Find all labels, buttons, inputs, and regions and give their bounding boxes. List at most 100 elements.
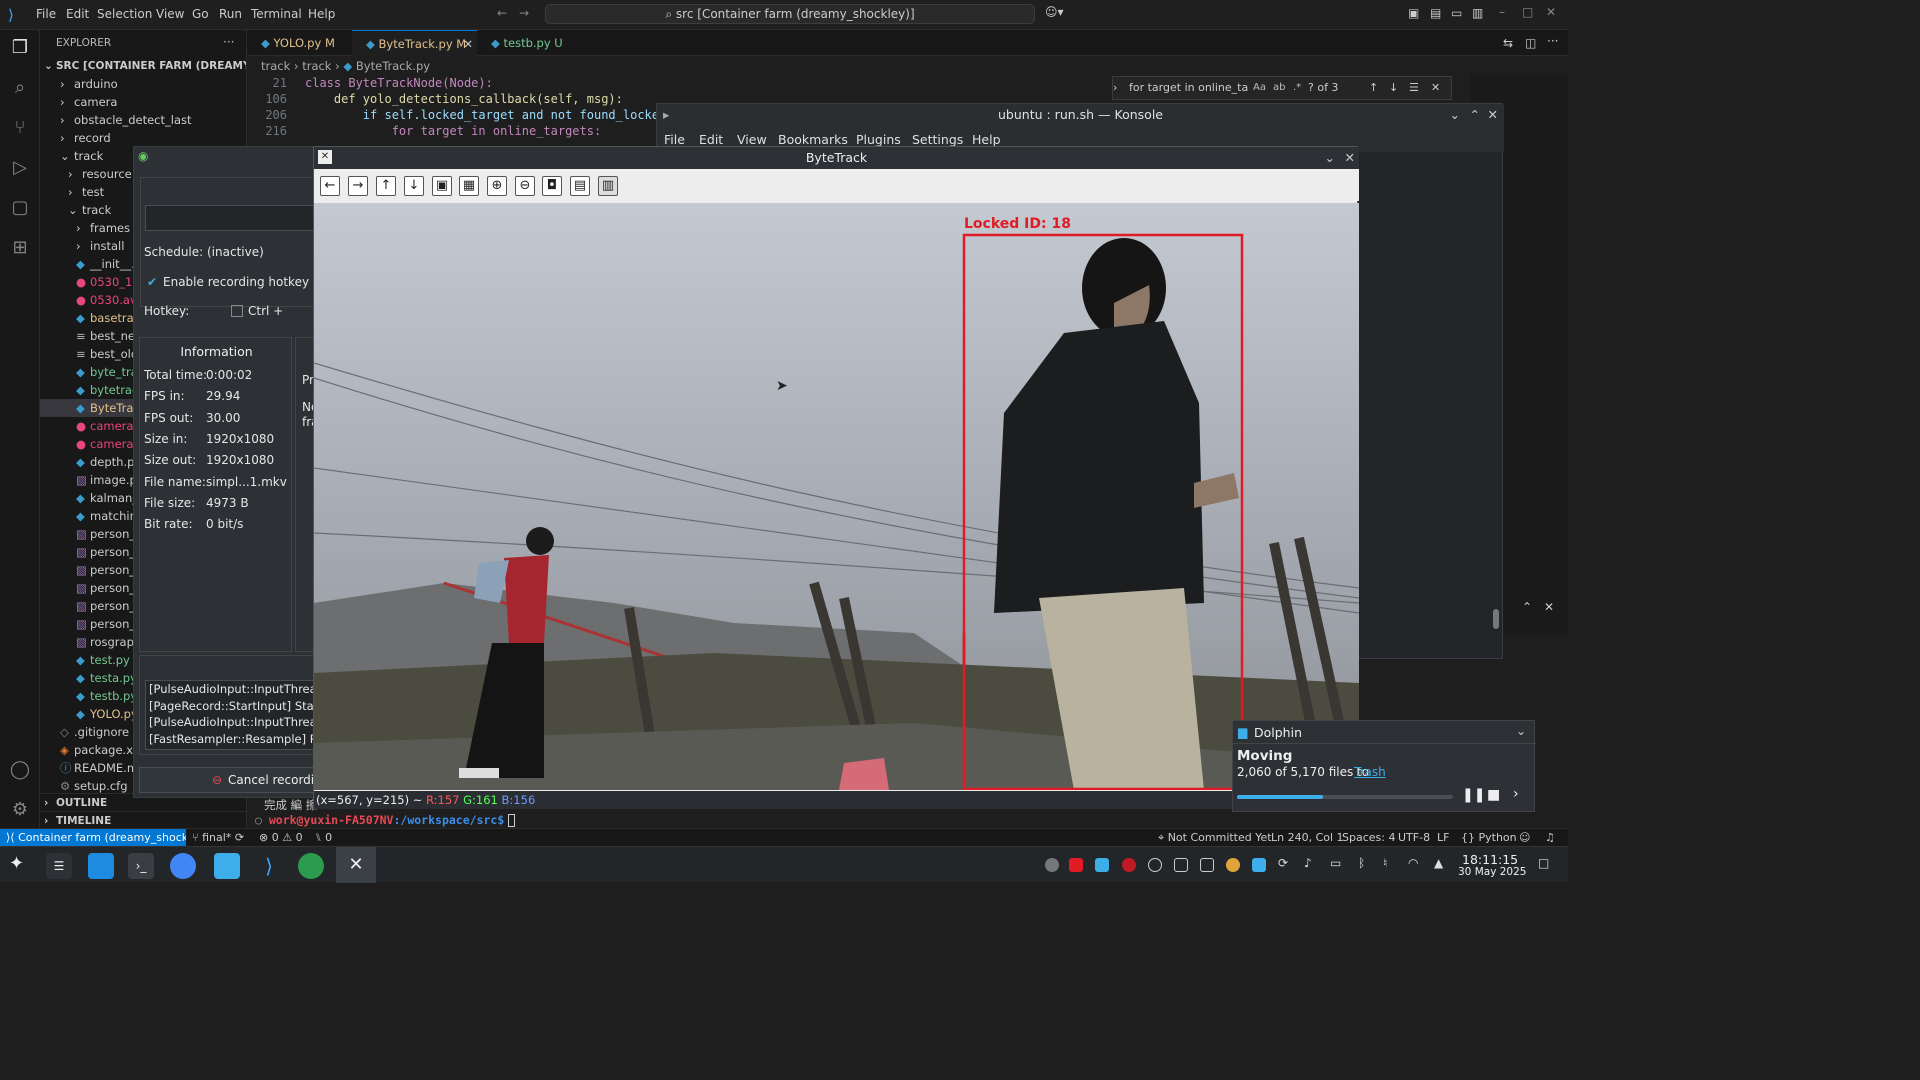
more-actions-icon[interactable]: ··· (223, 35, 234, 49)
properties-icon[interactable]: ▥ (598, 176, 618, 196)
blame-status[interactable]: ⌖ Not Committed Yet (1158, 829, 1272, 846)
dolphin-taskbar-icon[interactable] (214, 853, 240, 879)
konsole-taskbar-icon[interactable]: ›_ (128, 853, 154, 879)
konsole-scrollbar[interactable] (1493, 609, 1499, 629)
menu-file[interactable]: File (36, 7, 56, 21)
tab-yolo[interactable]: ◆ YOLO.py M (247, 30, 352, 56)
menu-help[interactable]: Help (308, 7, 335, 21)
split-editor-icon[interactable]: ◫ (1525, 36, 1536, 50)
notifications-bell-icon[interactable]: ♫ (1545, 829, 1555, 846)
minimize-icon[interactable]: – (1499, 5, 1505, 19)
menu-go[interactable]: Go (192, 7, 209, 21)
search-icon[interactable]: ⌕ (8, 76, 32, 100)
code-line[interactable]: 206 if self.locked_target and not found_… (247, 107, 673, 123)
match-case-icon[interactable]: Aa (1253, 77, 1266, 99)
trash-link[interactable]: Trash (1354, 765, 1386, 779)
close-icon[interactable]: ✕ (1488, 104, 1498, 126)
menu-selection[interactable]: Selection (97, 7, 152, 21)
previous-match-icon[interactable]: ↑ (1369, 77, 1378, 99)
konsole-menu-bookmarks[interactable]: Bookmarks (778, 132, 848, 147)
keyboard-icon[interactable] (1200, 858, 1214, 872)
next-match-icon[interactable]: ↓ (1389, 77, 1398, 99)
regex-icon[interactable]: .* (1293, 77, 1301, 99)
zoom-out-icon[interactable]: ⊖ (515, 176, 535, 196)
breadcrumb-item[interactable]: track (261, 59, 290, 73)
tray-app-icon[interactable] (1095, 858, 1109, 872)
tray-app-icon[interactable] (1226, 858, 1240, 872)
copy-image-icon[interactable]: ▤ (570, 176, 590, 196)
back-arrow-icon[interactable]: ← (497, 6, 507, 20)
save-image-icon[interactable]: ◘ (542, 176, 562, 196)
tray-expand-icon[interactable]: ▲ (1434, 856, 1443, 870)
tree-item-folder[interactable]: › record (40, 129, 246, 147)
cancel-recording-button[interactable]: ⊖ Cancel recording (139, 767, 329, 793)
tab-bytetrack[interactable]: ◆ ByteTrack.py M ✕ (352, 30, 477, 56)
tray-record-icon[interactable] (1122, 858, 1136, 872)
clock-time[interactable]: 18:11:15 (1462, 852, 1518, 867)
panel-close-icon[interactable]: ✕ (1544, 600, 1554, 614)
pan-up-icon[interactable]: ↑ (376, 176, 396, 196)
chevron-down-icon[interactable]: ⌄ (1516, 724, 1526, 738)
log-output[interactable]: [PulseAudioInput::InputThread [PageRecor… (145, 680, 316, 750)
tree-item-folder[interactable]: › camera (40, 93, 246, 111)
maximize-icon[interactable]: ⌃ (1470, 104, 1480, 126)
problems-status[interactable]: ⊗ 0 ⚠ 0 (259, 829, 303, 846)
account-icon[interactable]: ◯ (8, 758, 32, 782)
panel-maximize-icon[interactable]: ⌃ (1522, 600, 1532, 614)
display-icon[interactable] (1252, 858, 1266, 872)
menu-run[interactable]: Run (219, 7, 242, 21)
konsole-menu-settings[interactable]: Settings (912, 132, 963, 147)
run-debug-icon[interactable]: ▷ (8, 156, 32, 180)
konsole-menu-plugins[interactable]: Plugins (856, 132, 901, 147)
copilot-icon[interactable]: ☺▾ (1045, 5, 1064, 19)
zoom-fit-icon[interactable]: ▣ (432, 176, 452, 196)
discover-store-icon[interactable] (88, 853, 114, 879)
tray-app-icon[interactable] (1069, 858, 1083, 872)
pan-left-icon[interactable]: ← (320, 176, 340, 196)
code-line[interactable]: 106 def yolo_detections_callback(self, m… (247, 91, 667, 107)
branch-status[interactable]: ⑂ final* ⟳ (192, 829, 244, 846)
explorer-root[interactable]: ⌄SRC [CONTAINER FARM (DREAMY_SHOCK... (40, 57, 246, 75)
cursor-position[interactable]: Ln 240, Col 1 (1271, 829, 1344, 846)
encoding[interactable]: UTF-8 (1398, 829, 1430, 846)
browser-icon[interactable] (170, 853, 196, 879)
checkbox-checked-icon[interactable]: ✔ (147, 275, 157, 289)
indentation[interactable]: Spaces: 4 (1342, 829, 1395, 846)
maximize-icon[interactable]: □ (1522, 5, 1533, 19)
konsole-titlebar[interactable]: ▸ ubuntu : run.sh — Konsole ⌄ ⌃ ✕ (657, 104, 1504, 126)
compare-changes-icon[interactable]: ⇆ (1503, 36, 1513, 50)
find-input[interactable]: for target in online_targ (1129, 77, 1249, 99)
menu-edit[interactable]: Edit (66, 7, 89, 21)
close-icon[interactable]: ✕ (1546, 5, 1556, 19)
terminal-prompt[interactable]: ○ work@yuxin-FA507NV:/workspace/src$ (255, 813, 516, 827)
layout-icon[interactable]: ▣ (1408, 6, 1419, 20)
close-find-icon[interactable]: ✕ (1431, 77, 1440, 99)
remote-indicator[interactable]: ⟩⟨ Container farm (dreamy_shockley) (0, 829, 186, 846)
konsole-menu-edit[interactable]: Edit (699, 132, 723, 147)
battery-icon[interactable]: ▭ (1330, 856, 1341, 870)
zoom-original-icon[interactable]: ▦ (459, 176, 479, 196)
minimize-icon[interactable]: ⌄ (1450, 104, 1460, 126)
bluetooth-icon[interactable]: ᛒ (1358, 856, 1365, 870)
explorer-icon[interactable]: ❐ (8, 36, 32, 60)
file-input[interactable] (145, 205, 315, 231)
settings-gear-icon[interactable]: ⚙ (8, 798, 32, 822)
ctrl-checkbox[interactable] (231, 305, 243, 317)
whole-word-icon[interactable]: ab (1273, 77, 1285, 99)
breadcrumb-item[interactable]: ByteTrack.py (356, 59, 430, 73)
stop-icon[interactable]: ■ (1487, 787, 1500, 803)
timeline-section[interactable]: › TIMELINE (40, 811, 246, 828)
forward-arrow-icon[interactable]: → (519, 6, 529, 20)
tab-testb[interactable]: ◆ testb.py U (477, 30, 582, 56)
minimize-icon[interactable]: ⌄ (1325, 147, 1335, 169)
close-tab-icon[interactable]: ✕ (463, 31, 473, 57)
wifi-icon[interactable]: ◠ (1408, 856, 1418, 870)
breadcrumb-item[interactable]: track (302, 59, 331, 73)
copilot-status-icon[interactable]: ☺ (1519, 829, 1530, 846)
editor-more-icon[interactable]: ··· (1547, 34, 1558, 48)
bytetrack-titlebar[interactable]: ✕ ByteTrack ⌄ ✕ (314, 147, 1359, 169)
extensions-icon[interactable]: ⊞ (8, 236, 32, 260)
app-launcher-icon[interactable]: ✦ (9, 853, 24, 874)
konsole-menu-file[interactable]: File (664, 132, 685, 147)
x11-taskbar-icon[interactable]: ✕ (336, 847, 376, 883)
